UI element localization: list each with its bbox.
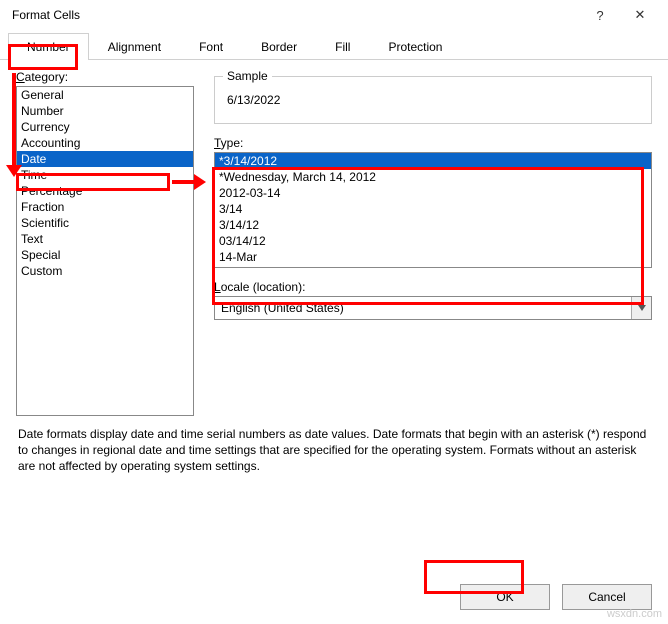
ok-button[interactable]: OK [460,584,550,610]
category-item[interactable]: Special [17,247,193,263]
category-item[interactable]: Fraction [17,199,193,215]
locale-select[interactable]: English (United States) [214,296,652,320]
type-item[interactable]: 03/14/12 [215,233,651,249]
type-listbox[interactable]: *3/14/2012*Wednesday, March 14, 20122012… [214,152,652,268]
type-item[interactable]: *Wednesday, March 14, 2012 [215,169,651,185]
tab-border[interactable]: Border [242,33,316,60]
category-item[interactable]: Text [17,231,193,247]
description-text: Date formats display date and time seria… [0,420,668,475]
category-listbox[interactable]: GeneralNumberCurrencyAccountingDateTimeP… [16,86,194,416]
type-item[interactable]: 3/14 [215,201,651,217]
category-label: Category: [16,70,194,84]
category-item[interactable]: Date [17,151,193,167]
dialog-title: Format Cells [12,8,580,22]
tab-fill[interactable]: Fill [316,33,369,60]
help-button[interactable]: ? [580,1,620,29]
category-item[interactable]: Accounting [17,135,193,151]
category-item[interactable]: Number [17,103,193,119]
category-item[interactable]: Scientific [17,215,193,231]
watermark: wsxdn.com [607,608,662,620]
chevron-down-icon[interactable] [631,297,651,319]
tab-alignment[interactable]: Alignment [89,33,180,60]
locale-value: English (United States) [215,301,631,315]
type-item[interactable]: 14-Mar [215,249,651,265]
category-item[interactable]: General [17,87,193,103]
titlebar: Format Cells ? ✕ [0,0,668,30]
type-item[interactable]: *3/14/2012 [215,153,651,169]
category-item[interactable]: Percentage [17,183,193,199]
type-label: Type: [214,136,652,150]
category-item[interactable]: Time [17,167,193,183]
cancel-button[interactable]: Cancel [562,584,652,610]
tab-font[interactable]: Font [180,33,242,60]
type-item[interactable]: 2012-03-14 [215,185,651,201]
locale-label: Locale (location): [214,280,652,294]
sample-groupbox: Sample 6/13/2022 [214,76,652,124]
sample-legend: Sample [223,69,272,83]
tab-bar: NumberAlignmentFontBorderFillProtection [0,30,668,60]
tab-number[interactable]: Number [8,33,89,60]
category-item[interactable]: Custom [17,263,193,279]
close-button[interactable]: ✕ [620,1,660,29]
type-item[interactable]: 3/14/12 [215,217,651,233]
tab-protection[interactable]: Protection [369,33,461,60]
category-item[interactable]: Currency [17,119,193,135]
sample-value: 6/13/2022 [225,87,641,113]
